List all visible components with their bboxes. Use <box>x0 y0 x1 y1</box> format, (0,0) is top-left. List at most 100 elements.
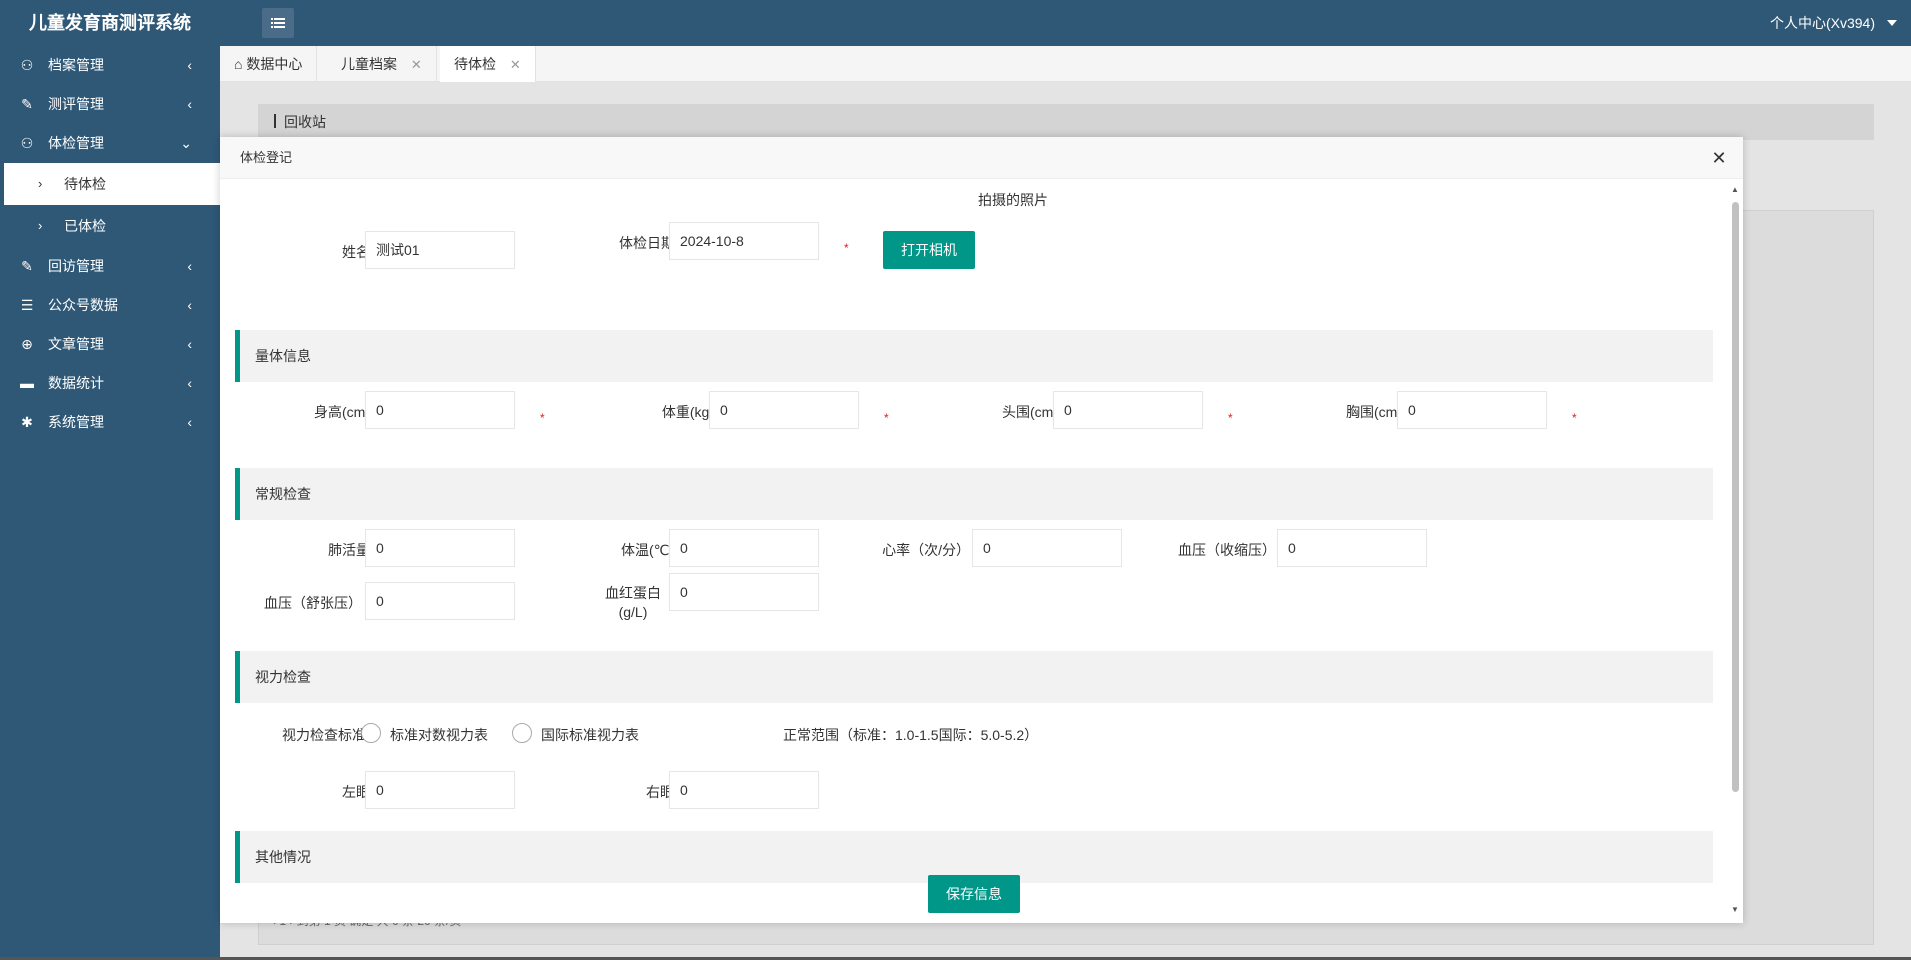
chevron-left-icon: ‹ <box>187 57 192 73</box>
chevron-left-icon: ‹ <box>187 375 192 391</box>
tab-data-center[interactable]: ⌂ 数据中心 <box>220 46 318 82</box>
user-icon: ⚇ <box>20 135 34 151</box>
name-input[interactable]: 测试01 <box>365 231 515 269</box>
head-circumference-label: 头围(cm) <box>1002 404 1058 420</box>
section-vision-exam: 视力检查 <box>235 651 1713 703</box>
sidebar-item-physical-exam[interactable]: ⚇ 体检管理 ⌄ <box>0 124 220 163</box>
sidebar-item-articles[interactable]: ⊕ 文章管理 ‹ <box>0 325 220 364</box>
name-label: 姓名 <box>342 244 370 260</box>
systolic-pressure-input[interactable]: 0 <box>1277 529 1427 567</box>
sidebar-subitem-label: 已体检 <box>64 218 106 234</box>
lung-capacity-input[interactable]: 0 <box>365 529 515 567</box>
globe-icon: ⊕ <box>21 336 33 352</box>
hamburger-icon <box>271 18 285 28</box>
sidebar-item-archive[interactable]: ⚇ 档案管理 ‹ <box>0 46 220 85</box>
right-eye-input[interactable]: 0 <box>669 771 819 809</box>
tab-pending-exam[interactable]: 待体检 ✕ <box>440 46 536 82</box>
heart-rate-input[interactable]: 0 <box>972 529 1122 567</box>
chevron-left-icon: ‹ <box>187 297 192 313</box>
required-mark: * <box>1572 411 1577 425</box>
scroll-up-arrow-icon[interactable]: ▲ <box>1731 185 1739 194</box>
tab-bar: ⌂ 数据中心 儿童档案 ✕ 待体检 ✕ <box>220 46 1911 82</box>
diastolic-pressure-label: 血压（舒张压） <box>264 595 362 611</box>
sidebar-item-label: 公众号数据 <box>48 297 118 313</box>
scroll-down-arrow-icon[interactable]: ▼ <box>1731 905 1739 914</box>
chest-circumference-label: 胸围(cm) <box>1346 404 1402 420</box>
exam-registration-dialog: 体检登记 ✕ 拍摄的照片 姓名 测试01 体检日期 2024-10-8 * 打开… <box>220 137 1743 923</box>
app-title: 儿童发育商测评系统 <box>29 13 191 33</box>
tab-label: 待体检 <box>454 56 496 72</box>
user-center-menu[interactable]: 个人中心(Xv394) <box>1770 0 1875 46</box>
user-icon: ⚇ <box>20 57 34 73</box>
hemoglobin-input[interactable]: 0 <box>669 573 819 611</box>
close-icon[interactable]: ✕ <box>510 57 521 72</box>
hemoglobin-label: 血红蛋白 (g/L) <box>592 584 674 622</box>
left-eye-input[interactable]: 0 <box>365 771 515 809</box>
sidebar-item-label: 档案管理 <box>48 57 104 73</box>
edit-doc-icon: ✎ <box>21 96 33 112</box>
chevron-left-icon: ‹ <box>187 96 192 112</box>
sidebar-item-followup[interactable]: ✎ 回访管理 ‹ <box>0 247 220 286</box>
sidebar-item-wechat-data[interactable]: ☰ 公众号数据 ‹ <box>0 286 220 325</box>
caret-down-icon[interactable] <box>1887 20 1897 26</box>
weight-label: 体重(kg) <box>661 404 714 420</box>
left-eye-label: 左眼 <box>342 784 370 800</box>
temperature-label: 体温(℃) <box>620 542 674 558</box>
height-label: 身高(cm) <box>314 404 370 420</box>
sidebar-subitem-label: 待体检 <box>64 176 106 192</box>
close-icon[interactable]: ✕ <box>411 57 422 72</box>
gear-icon: ✱ <box>21 414 33 430</box>
weight-input[interactable]: 0 <box>709 391 859 429</box>
tab-child-archive[interactable]: 儿童档案 ✕ <box>327 46 437 82</box>
edit-doc-icon: ✎ <box>21 258 33 274</box>
chevron-right-icon: › <box>38 218 43 233</box>
chevron-left-icon: ‹ <box>187 414 192 430</box>
tab-label: 儿童档案 <box>341 56 397 72</box>
required-mark: * <box>844 241 849 255</box>
required-mark: * <box>1228 411 1233 425</box>
sidebar-subitem-pending-exam[interactable]: › 待体检 <box>0 163 220 205</box>
menu-toggle-button[interactable] <box>262 8 294 38</box>
sidebar-item-label: 回访管理 <box>48 258 104 274</box>
layers-icon: ☰ <box>20 297 34 313</box>
log-vision-chart-label[interactable]: 标准对数视力表 <box>390 725 488 745</box>
sidebar-item-assessment[interactable]: ✎ 测评管理 ‹ <box>0 85 220 124</box>
scrollbar-thumb[interactable] <box>1732 202 1739 792</box>
open-camera-button[interactable]: 打开相机 <box>883 231 975 269</box>
section-body-info: 量体信息 <box>235 330 1713 382</box>
temperature-input[interactable]: 0 <box>669 529 819 567</box>
head-circumference-input[interactable]: 0 <box>1053 391 1203 429</box>
hemoglobin-label-line2: (g/L) <box>618 604 648 620</box>
sidebar-item-label: 体检管理 <box>48 135 104 151</box>
sidebar-item-system[interactable]: ✱ 系统管理 ‹ <box>0 403 220 442</box>
radio-log-vision-chart[interactable] <box>361 723 381 743</box>
diastolic-pressure-input[interactable]: 0 <box>365 582 515 620</box>
top-header: 儿童发育商测评系统 个人中心(Xv394) <box>0 0 1911 46</box>
sidebar-item-statistics[interactable]: ▬ 数据统计 ‹ <box>0 364 220 403</box>
heart-rate-label: 心率（次/分） <box>882 542 970 558</box>
sidebar-subitem-completed-exam[interactable]: › 已体检 <box>0 205 220 247</box>
home-icon: ⌂ <box>234 56 243 72</box>
dialog-title: 体检登记 <box>220 137 1743 179</box>
normal-range-note: 正常范围（标准：1.0-1.5国际：5.0-5.2） <box>783 727 1039 743</box>
save-info-button[interactable]: 保存信息 <box>928 875 1020 913</box>
chevron-right-icon: › <box>38 176 43 191</box>
recycle-bin-link[interactable]: 回收站 <box>258 104 1874 140</box>
close-icon[interactable]: ✕ <box>1709 148 1729 168</box>
required-mark: * <box>540 411 545 425</box>
captured-photo-image: 拍摄的照片 <box>978 192 1048 208</box>
radio-intl-vision-chart[interactable] <box>512 723 532 743</box>
intl-vision-chart-label[interactable]: 国际标准视力表 <box>541 725 639 745</box>
chevron-left-icon: ‹ <box>187 258 192 274</box>
sidebar-item-label: 数据统计 <box>48 375 104 391</box>
vision-standard-label: 视力检查标准 <box>282 727 366 743</box>
height-input[interactable]: 0 <box>365 391 515 429</box>
section-routine-exam: 常规检查 <box>235 468 1713 520</box>
exam-date-label: 体检日期 <box>619 235 675 251</box>
exam-date-input[interactable]: 2024-10-8 <box>669 222 819 260</box>
sidebar: ⚇ 档案管理 ‹ ✎ 测评管理 ‹ ⚇ 体检管理 ⌄ › 待体检 › 已体检 ✎… <box>0 46 220 960</box>
right-eye-label: 右眼 <box>646 784 674 800</box>
monitor-icon: ▬ <box>20 375 34 391</box>
chest-circumference-input[interactable]: 0 <box>1397 391 1547 429</box>
sidebar-item-label: 系统管理 <box>48 414 104 430</box>
